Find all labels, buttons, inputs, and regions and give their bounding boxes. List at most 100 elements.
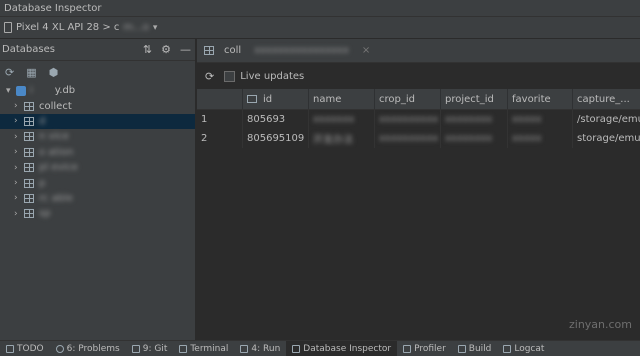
todo-button[interactable]: TODO [0, 341, 50, 356]
tree-item-label: collect [39, 100, 72, 112]
gear-icon[interactable]: ⚙ [161, 43, 171, 56]
terminal-button[interactable]: Terminal [173, 341, 234, 356]
table-icon [204, 46, 214, 55]
tree-item[interactable]: › collect [0, 98, 195, 113]
table-icon [24, 101, 34, 111]
live-updates-label: Live updates [240, 70, 305, 82]
git-branch-icon [131, 344, 140, 353]
table-tabbar: coll xxxxxxxxxxxxxxxx × [197, 39, 640, 63]
table-toolbar: ⟳ Live updates [197, 63, 640, 89]
table-icon [24, 147, 34, 157]
profiler-button[interactable]: Profiler [397, 341, 452, 356]
status-item-label: Logcat [514, 343, 545, 354]
cell-id[interactable]: 805693 [243, 110, 309, 129]
tree-item-label: p [39, 177, 46, 189]
refresh-icon[interactable]: ⟳ [5, 66, 14, 79]
list-icon [6, 344, 14, 353]
status-item-label: TODO [17, 343, 44, 354]
cell-project-id[interactable]: xxxxxxxx [441, 129, 508, 148]
tree-root[interactable]: ▾ i y.db [0, 83, 195, 98]
tree-item[interactable]: › sp [0, 206, 195, 221]
column-header-favorite[interactable]: favorite [508, 89, 573, 109]
tree-item-label: sp [39, 208, 51, 220]
export-icon[interactable]: ⬢ [49, 66, 59, 79]
chevron-right-icon: › [14, 193, 18, 204]
column-header-name[interactable]: name [309, 89, 375, 109]
cell-project-id[interactable]: xxxxxxxx [441, 110, 508, 129]
chevron-right-icon: › [14, 131, 18, 142]
cell-name[interactable]: xxxxxxx [309, 110, 375, 129]
db-name: y.db [54, 85, 76, 97]
hammer-icon [457, 344, 466, 353]
table-icon [24, 193, 34, 203]
panel-title: Databases [2, 44, 55, 55]
column-header-id[interactable]: id [243, 89, 309, 109]
tree-item-label: o ation [39, 146, 74, 158]
build-button[interactable]: Build [452, 341, 498, 356]
play-icon [240, 344, 249, 353]
tree-item[interactable]: › rc able [0, 191, 195, 206]
tree-item[interactable]: › d [0, 113, 195, 130]
cell-favorite[interactable]: xxxxx [508, 110, 573, 129]
collapse-icon[interactable]: ⇅ [143, 43, 152, 56]
cell-capture[interactable]: /storage/emu [573, 110, 640, 129]
key-icon [247, 95, 257, 103]
cell-crop-id[interactable]: xxxxxxxxxx [375, 110, 441, 129]
device-selector[interactable]: Pixel 4 XL API 28 > c m...o ▾ [0, 17, 640, 39]
table-icon [24, 209, 34, 219]
window-title: Database Inspector [0, 0, 640, 17]
tab-label[interactable]: coll [224, 45, 241, 56]
column-header-label: favorite [512, 93, 551, 105]
database-icon [16, 85, 26, 96]
cell-capture[interactable]: storage/emu [573, 129, 640, 148]
databases-panel: Databases ⇅ ⚙ — ⟳ ▦ ⬢ ▾ i y.db › collect… [0, 39, 196, 340]
device-label-blurred: m...o [123, 22, 149, 33]
tree-item-label: pl evice [39, 162, 78, 174]
tree-item-label: d [39, 115, 46, 127]
tree-item[interactable]: › n vice [0, 129, 195, 144]
cell-id[interactable]: 805695109 [243, 129, 309, 148]
chevron-right-icon: › [14, 116, 18, 127]
table-row[interactable]: 2 805695109 开发办法 xxxxxxxxxx xxxxxxxx xxx… [197, 129, 640, 148]
run-button[interactable]: 4: Run [234, 341, 286, 356]
warning-icon [55, 344, 64, 353]
column-header-label: crop_id [379, 93, 415, 105]
gauge-icon [403, 344, 412, 353]
cell-favorite[interactable]: xxxxx [508, 129, 573, 148]
query-icon[interactable]: ▦ [26, 66, 36, 79]
problems-button[interactable]: 6: Problems [50, 341, 126, 356]
column-header-label: name [313, 93, 342, 105]
terminal-icon [179, 344, 188, 353]
column-header-capture[interactable]: capture_... [573, 89, 640, 109]
tree-item-label: rc able [39, 192, 73, 204]
git-button[interactable]: 9: Git [126, 341, 174, 356]
column-header-project-id[interactable]: project_id [441, 89, 508, 109]
close-icon[interactable]: × [362, 45, 370, 56]
status-item-label: Database Inspector [303, 343, 392, 354]
row-number: 1 [197, 110, 243, 129]
watermark: zinyan.com [568, 318, 632, 331]
tree-item[interactable]: › pl evice [0, 160, 195, 175]
column-header-crop-id[interactable]: crop_id [375, 89, 441, 109]
row-number: 2 [197, 129, 243, 148]
refresh-icon[interactable]: ⟳ [205, 70, 214, 83]
column-header-label: capture_... [577, 93, 630, 105]
table-icon [24, 116, 34, 126]
tree-item[interactable]: › p [0, 175, 195, 190]
cell-name[interactable]: 开发办法 [309, 129, 375, 148]
table-row[interactable]: 1 805693 xxxxxxx xxxxxxxxxx xxxxxxxx xxx… [197, 110, 640, 129]
cell-crop-id[interactable]: xxxxxxxxxx [375, 129, 441, 148]
table-icon [24, 163, 34, 173]
database-icon [292, 344, 301, 353]
minimize-icon[interactable]: — [180, 43, 191, 56]
device-label: Pixel 4 XL API 28 > c [16, 22, 120, 33]
data-table: id name crop_id project_id favorite capt… [197, 89, 640, 148]
tree-item[interactable]: › o ation [0, 145, 195, 160]
logcat-button[interactable]: Logcat [497, 341, 550, 356]
logcat-icon [503, 344, 512, 353]
database-inspector-button[interactable]: Database Inspector [286, 341, 398, 356]
tool-window-bar: TODO 6: Problems 9: Git Terminal 4: Run … [0, 340, 640, 356]
chevron-right-icon: › [14, 162, 18, 173]
live-updates-checkbox[interactable] [224, 70, 236, 82]
tab-label-blurred: xxxxxxxxxxxxxxxx [254, 45, 349, 56]
